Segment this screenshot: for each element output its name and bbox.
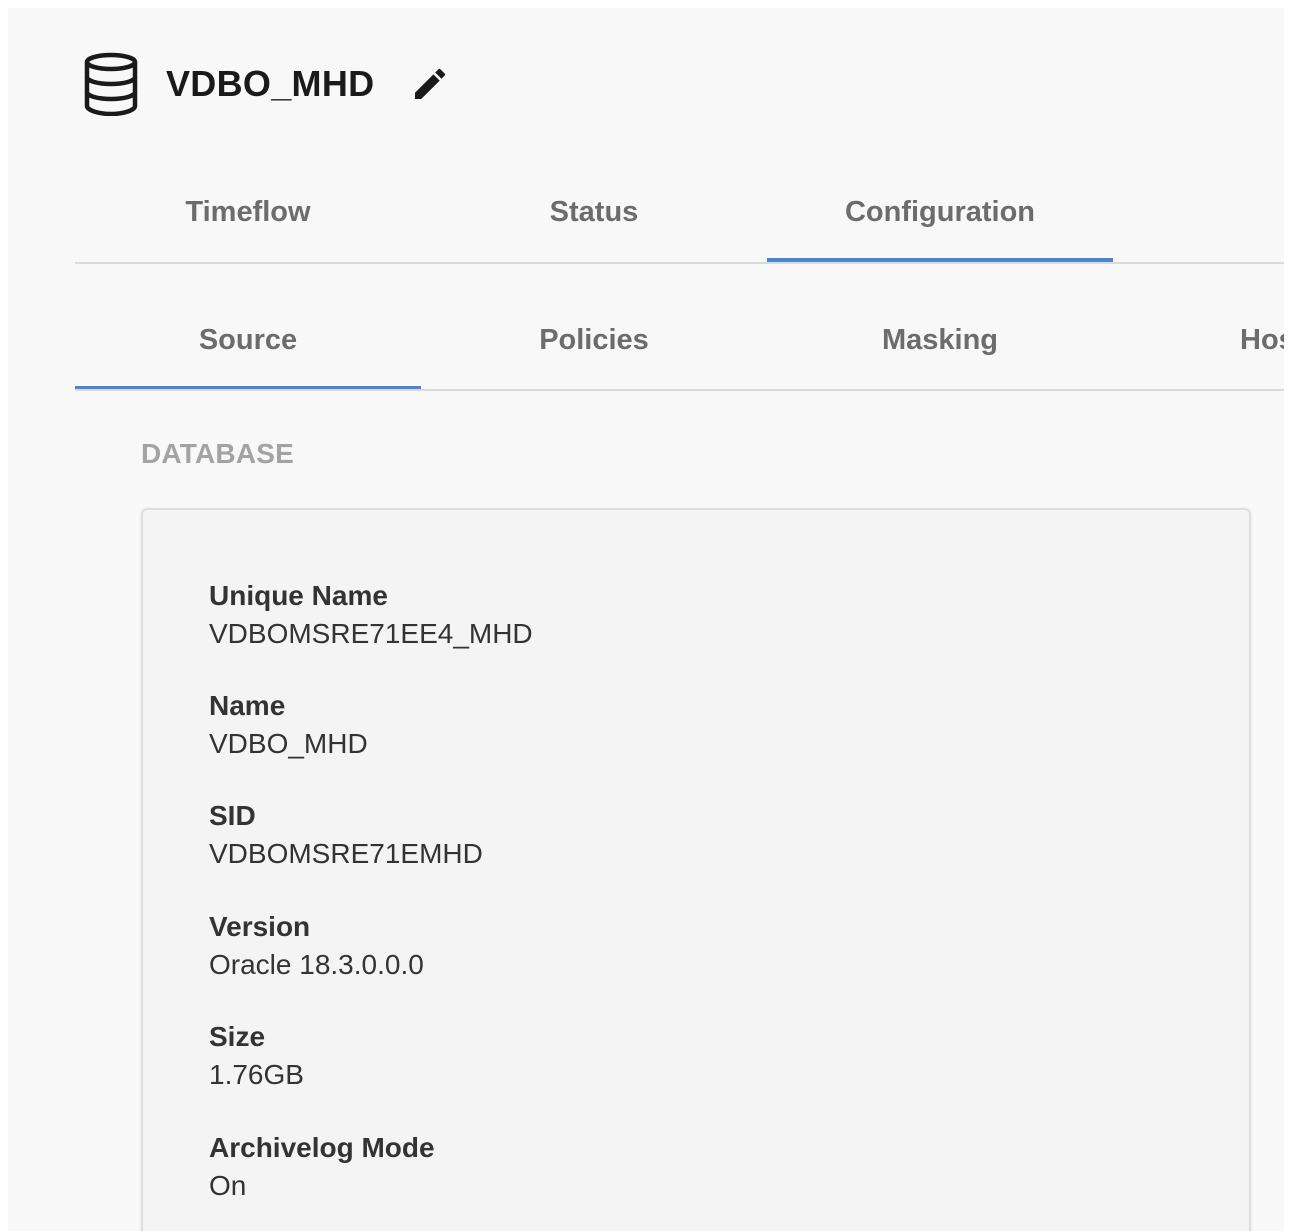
page-title: VDBO_MHD — [166, 63, 375, 104]
field-label: Name — [209, 690, 286, 721]
section-heading: DATABASE — [141, 438, 295, 469]
field-label: SID — [209, 800, 256, 831]
field-label: Version — [209, 911, 311, 942]
tab-policies[interactable]: Policies — [421, 290, 767, 390]
field-sid: SID VDBOMSRE71EMHD — [209, 798, 483, 874]
tab-masking[interactable]: Masking — [767, 290, 1113, 390]
tab-status[interactable]: Status — [421, 162, 767, 262]
main-tab-divider — [75, 262, 1284, 264]
page: VDBO_MHD Timeflow Status Configuration S… — [8, 8, 1284, 1231]
field-version: Version Oracle 18.3.0.0.0 — [209, 909, 424, 985]
tab-configuration[interactable]: Configuration — [767, 162, 1113, 262]
field-value: 1.76GB — [209, 1059, 304, 1090]
field-unique-name: Unique Name VDBOMSRE71EE4_MHD — [209, 578, 533, 654]
database-icon — [84, 52, 138, 116]
field-name: Name VDBO_MHD — [209, 688, 368, 764]
field-archivelog-mode: Archivelog Mode On — [209, 1130, 435, 1206]
field-value: Oracle 18.3.0.0.0 — [209, 949, 424, 980]
field-label: Size — [209, 1021, 266, 1052]
field-label: Archivelog Mode — [209, 1132, 435, 1163]
field-value: On — [209, 1170, 247, 1201]
field-label: Unique Name — [209, 580, 388, 611]
field-value: VDBOMSRE71EE4_MHD — [209, 618, 533, 649]
field-size: Size 1.76GB — [209, 1019, 304, 1095]
pencil-icon[interactable] — [410, 64, 450, 104]
page-header: VDBO_MHD — [84, 52, 450, 116]
tab-source[interactable]: Source — [75, 290, 421, 390]
tab-timeflow[interactable]: Timeflow — [75, 162, 421, 262]
tab-hooks[interactable]: Hos — [1113, 290, 1284, 390]
database-details-card: Unique Name VDBOMSRE71EE4_MHD Name VDBO_… — [141, 508, 1251, 1231]
sub-tab-divider — [75, 389, 1284, 391]
field-value: VDBO_MHD — [209, 728, 368, 759]
field-value: VDBOMSRE71EMHD — [209, 838, 483, 869]
